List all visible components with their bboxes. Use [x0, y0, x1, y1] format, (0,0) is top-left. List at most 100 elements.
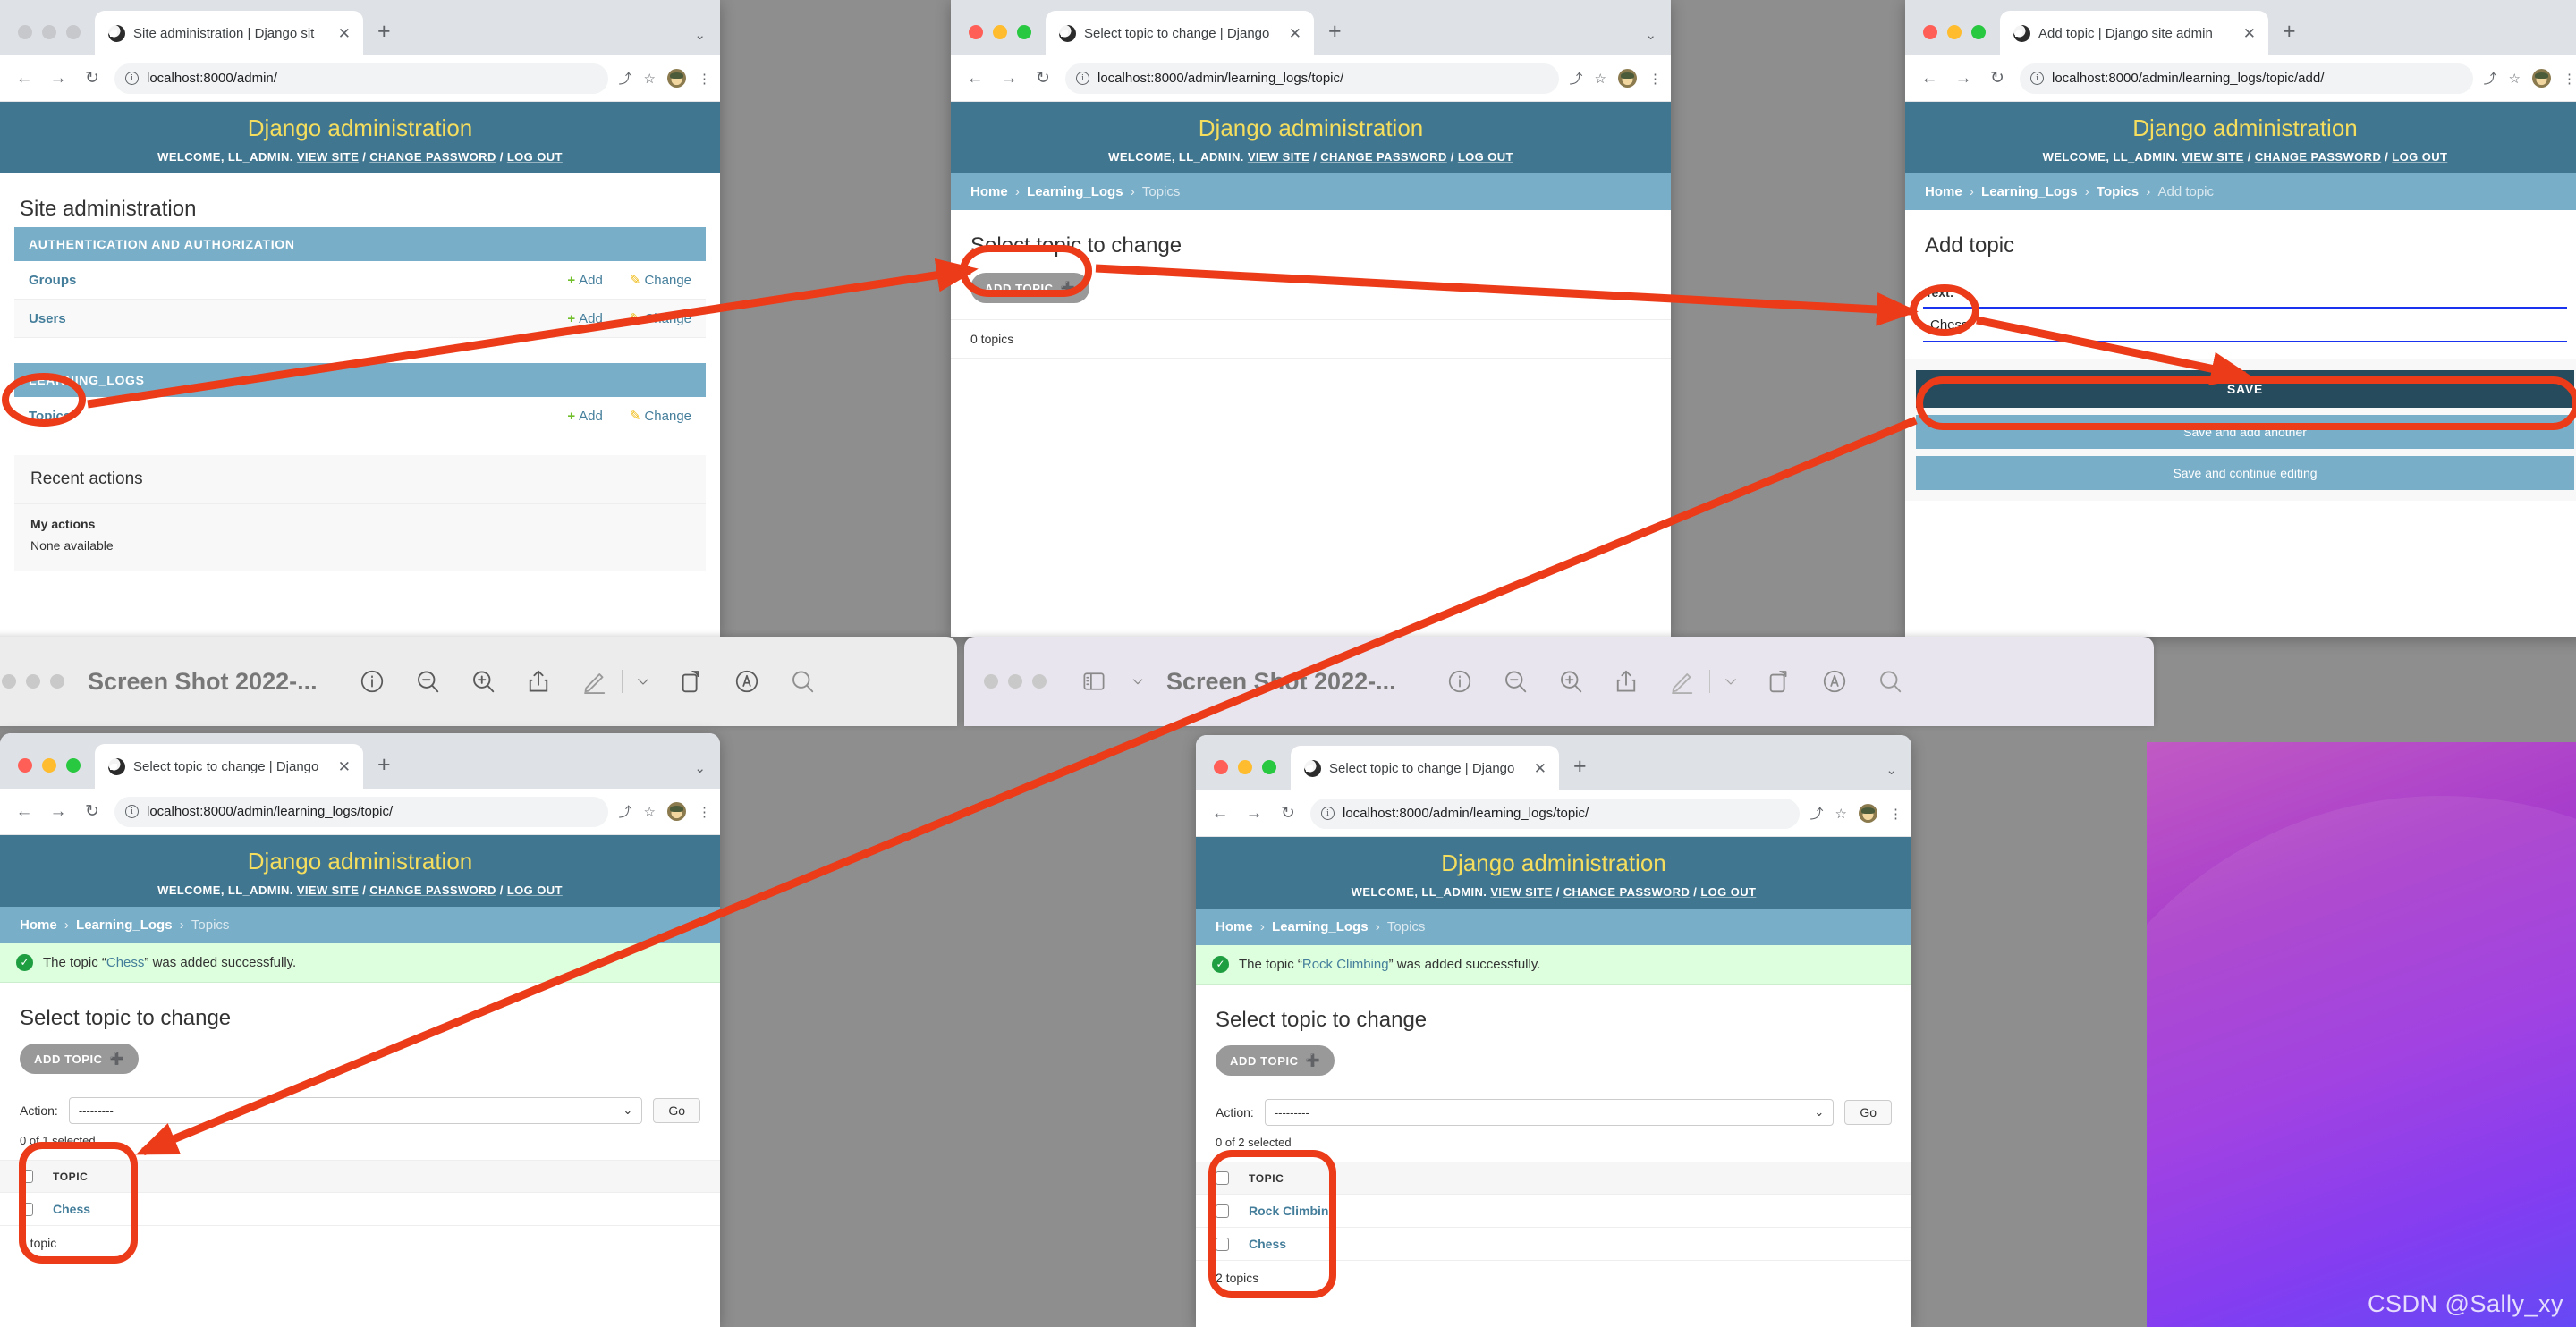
- minimize-window-button[interactable]: [993, 25, 1007, 39]
- search-icon[interactable]: [775, 668, 830, 695]
- share-icon[interactable]: ⤴: [1810, 804, 1824, 823]
- minimize-window-button[interactable]: [1008, 674, 1022, 689]
- forward-button-icon[interactable]: →: [1237, 804, 1271, 824]
- breadcrumb-home[interactable]: Home: [1925, 184, 1962, 199]
- sidebar-toggle-icon[interactable]: [1066, 668, 1122, 695]
- log-out-link[interactable]: LOG OUT: [2392, 150, 2447, 164]
- breadcrumb-app[interactable]: Learning_Logs: [1981, 184, 2078, 199]
- chevron-down-icon[interactable]: [1710, 673, 1751, 689]
- markup-toolbar-icon[interactable]: [719, 668, 775, 695]
- browser-window-select-topic-empty[interactable]: Select topic to change | Django ✕ + ⌄ ← …: [951, 0, 1671, 637]
- minimize-window-button[interactable]: [42, 25, 56, 39]
- close-tab-icon[interactable]: ✕: [336, 26, 352, 41]
- close-window-button[interactable]: [1923, 25, 1937, 39]
- close-window-button[interactable]: [984, 674, 998, 689]
- profile-avatar[interactable]: [667, 802, 686, 821]
- zoom-out-icon[interactable]: [1487, 668, 1543, 695]
- window-controls[interactable]: [1905, 25, 2000, 55]
- row-checkbox[interactable]: [20, 1202, 33, 1216]
- forward-button-icon[interactable]: →: [41, 69, 75, 89]
- change-password-link[interactable]: CHANGE PASSWORD: [369, 150, 496, 164]
- reload-button-icon[interactable]: ↻: [1980, 68, 2014, 89]
- maximize-window-button[interactable]: [1017, 25, 1031, 39]
- url-input[interactable]: i localhost:8000/admin/learning_logs/top…: [1065, 63, 1559, 94]
- search-icon[interactable]: [1862, 668, 1918, 695]
- new-tab-button[interactable]: +: [1314, 21, 1354, 55]
- select-all-checkbox[interactable]: [20, 1170, 33, 1183]
- view-site-link[interactable]: VIEW SITE: [2182, 150, 2243, 164]
- log-out-link[interactable]: LOG OUT: [507, 883, 563, 897]
- breadcrumb-app[interactable]: Learning_Logs: [1272, 919, 1368, 934]
- breadcrumb-app[interactable]: Learning_Logs: [76, 917, 173, 933]
- browser-window-topic-chess[interactable]: Select topic to change | Django ✕ + ⌄ ← …: [0, 733, 720, 1327]
- forward-button-icon[interactable]: →: [1946, 69, 1980, 89]
- row-checkbox[interactable]: [1216, 1204, 1229, 1218]
- url-input[interactable]: i localhost:8000/admin/learning_logs/top…: [1310, 798, 1800, 829]
- reload-button-icon[interactable]: ↻: [75, 801, 109, 822]
- close-tab-icon[interactable]: ✕: [2241, 26, 2258, 41]
- window-controls[interactable]: [951, 25, 1046, 55]
- rotate-icon[interactable]: [1751, 668, 1807, 695]
- tab-list-chevron-down-icon[interactable]: ⌄: [1885, 762, 1897, 778]
- maximize-window-button[interactable]: [1971, 25, 1986, 39]
- maximize-window-button[interactable]: [1262, 760, 1276, 774]
- breadcrumb-topics[interactable]: Topics: [2097, 184, 2139, 199]
- go-button[interactable]: Go: [1844, 1100, 1892, 1125]
- change-password-link[interactable]: CHANGE PASSWORD: [369, 883, 496, 897]
- table-row[interactable]: Chess: [1196, 1227, 1911, 1260]
- change-password-link[interactable]: CHANGE PASSWORD: [2255, 150, 2382, 164]
- share-icon[interactable]: ⤴: [2484, 69, 2497, 88]
- log-out-link[interactable]: LOG OUT: [507, 150, 563, 164]
- window-controls[interactable]: [0, 758, 95, 789]
- window-controls[interactable]: [0, 25, 95, 55]
- text-input[interactable]: Chess: [1923, 307, 2567, 342]
- model-link-users[interactable]: Users: [29, 311, 66, 326]
- info-icon[interactable]: [1432, 668, 1487, 695]
- browser-tab[interactable]: Site administration | Django sit ✕: [95, 11, 363, 55]
- close-window-button[interactable]: [2, 674, 16, 689]
- maximize-window-button[interactable]: [50, 674, 64, 689]
- maximize-window-button[interactable]: [66, 25, 80, 39]
- close-tab-icon[interactable]: ✕: [1532, 761, 1548, 776]
- change-link-groups[interactable]: ✎ Change: [630, 272, 691, 288]
- browser-window-site-administration[interactable]: Site administration | Django sit ✕ + ⌄ ←…: [0, 0, 720, 637]
- maximize-window-button[interactable]: [66, 758, 80, 773]
- site-info-icon[interactable]: i: [2030, 72, 2044, 85]
- preview-window-controls-right[interactable]: [964, 674, 1054, 689]
- share-icon[interactable]: ⤴: [1570, 69, 1583, 88]
- action-select[interactable]: --------- ⌄: [1264, 1099, 1835, 1126]
- table-row[interactable]: Groups + Add ✎ Change: [14, 261, 706, 300]
- bookmark-star-icon[interactable]: ☆: [644, 71, 656, 87]
- new-tab-button[interactable]: +: [1559, 756, 1599, 790]
- action-select[interactable]: --------- ⌄: [68, 1097, 643, 1124]
- forward-button-icon[interactable]: →: [41, 802, 75, 822]
- view-site-link[interactable]: VIEW SITE: [297, 883, 359, 897]
- site-info-icon[interactable]: i: [1321, 807, 1335, 820]
- change-password-link[interactable]: CHANGE PASSWORD: [1320, 150, 1447, 164]
- browser-tab[interactable]: Select topic to change | Django ✕: [1046, 11, 1314, 55]
- back-button-icon[interactable]: ←: [1912, 69, 1946, 89]
- browser-tab[interactable]: Add topic | Django site admin ✕: [2000, 11, 2268, 55]
- close-tab-icon[interactable]: ✕: [336, 759, 352, 774]
- view-site-link[interactable]: VIEW SITE: [1248, 150, 1309, 164]
- zoom-out-icon[interactable]: [400, 668, 455, 695]
- back-button-icon[interactable]: ←: [7, 802, 41, 822]
- change-password-link[interactable]: CHANGE PASSWORD: [1563, 885, 1690, 899]
- info-icon[interactable]: [344, 668, 400, 695]
- rotate-icon[interactable]: [664, 668, 719, 695]
- add-topic-button[interactable]: ADD TOPIC ➕: [20, 1044, 140, 1074]
- tab-list-chevron-down-icon[interactable]: ⌄: [694, 27, 706, 43]
- close-window-button[interactable]: [18, 25, 32, 39]
- browser-menu-icon[interactable]: ⋮: [1648, 71, 1662, 87]
- new-tab-button[interactable]: +: [363, 21, 403, 55]
- table-row[interactable]: Chess: [0, 1192, 720, 1225]
- browser-window-add-topic[interactable]: Add topic | Django site admin ✕ + ← → ↻ …: [1905, 0, 2576, 637]
- change-link-users[interactable]: ✎ Change: [630, 310, 691, 326]
- url-input[interactable]: i localhost:8000/admin/learning_logs/top…: [2020, 63, 2473, 94]
- log-out-link[interactable]: LOG OUT: [1458, 150, 1513, 164]
- browser-menu-icon[interactable]: ⋮: [698, 71, 711, 87]
- markup-pen-icon[interactable]: [1654, 668, 1709, 695]
- view-site-link[interactable]: VIEW SITE: [1490, 885, 1552, 899]
- site-info-icon[interactable]: i: [1076, 72, 1089, 85]
- browser-menu-icon[interactable]: ⋮: [2563, 71, 2576, 87]
